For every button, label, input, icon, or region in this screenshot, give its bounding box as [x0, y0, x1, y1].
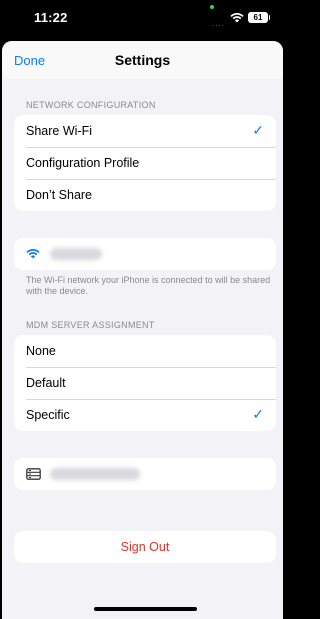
dont-share-option[interactable]: Don’t Share [14, 179, 276, 211]
wifi-network-row [14, 238, 276, 270]
home-indicator[interactable] [94, 607, 197, 611]
server-icon [26, 468, 41, 480]
wifi-icon [230, 13, 244, 23]
cellular-signal-icon: .... [212, 19, 225, 28]
checkmark-icon: ✓ [252, 122, 264, 138]
mdm-none-option[interactable]: None [14, 335, 276, 367]
settings-sheet: Done Settings NETWORK CONFIGURATION Shar… [2, 41, 283, 619]
status-bar: 11:22 .... 61 [0, 0, 285, 40]
sign-out-label: Sign Out [120, 540, 170, 554]
option-label: Don’t Share [26, 188, 93, 202]
page-title: Settings [114, 52, 171, 68]
network-configuration-group: Share Wi-Fi ✓ Configuration Profile Don’… [14, 115, 276, 211]
sign-out-button[interactable]: Sign Out [14, 531, 276, 563]
option-label: Share Wi-Fi [26, 124, 92, 138]
wifi-share-footer: The Wi-Fi network your iPhone is connect… [26, 275, 271, 296]
wifi-icon [26, 249, 40, 259]
option-label: None [26, 344, 56, 358]
redacted-network-name [50, 248, 102, 260]
redacted-server-name [50, 468, 140, 480]
camera-indicator-dot [210, 5, 214, 9]
battery-icon: 61 [248, 12, 270, 23]
checkmark-icon: ✓ [252, 406, 264, 422]
mdm-server-assignment-header: MDM SERVER ASSIGNMENT [26, 320, 155, 330]
share-wifi-option[interactable]: Share Wi-Fi ✓ [14, 115, 276, 147]
network-configuration-header: NETWORK CONFIGURATION [26, 100, 156, 110]
option-label: Configuration Profile [26, 156, 140, 170]
mdm-specific-option[interactable]: Specific ✓ [14, 399, 276, 431]
mdm-server-row[interactable] [14, 458, 276, 490]
option-label: Specific [26, 408, 70, 422]
status-time: 11:22 [34, 10, 68, 25]
option-label: Default [26, 376, 66, 390]
mdm-default-option[interactable]: Default [14, 367, 276, 399]
navigation-bar: Done Settings [2, 41, 283, 79]
configuration-profile-option[interactable]: Configuration Profile [14, 147, 276, 179]
mdm-server-assignment-group: None Default Specific ✓ [14, 335, 276, 431]
